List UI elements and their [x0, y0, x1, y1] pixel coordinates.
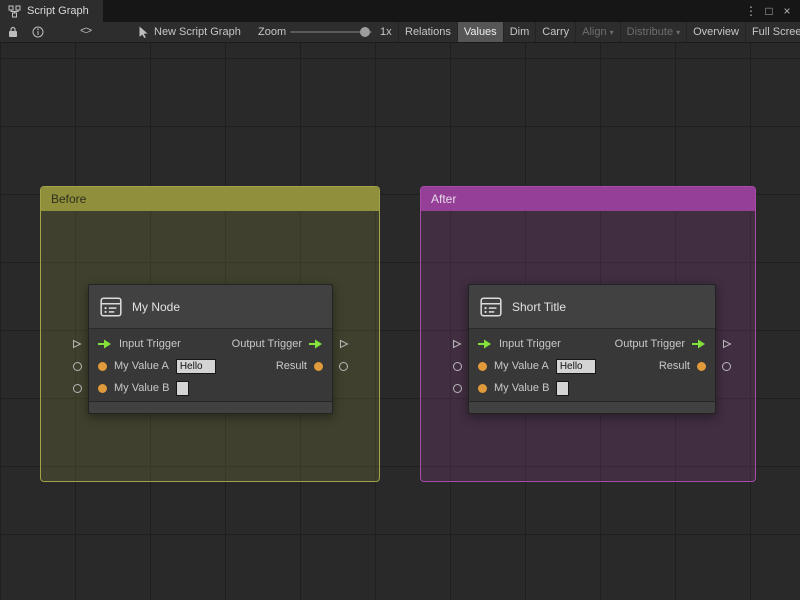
flow-output-port[interactable] [692, 339, 706, 349]
maximize-icon[interactable]: □ [760, 2, 778, 20]
result-label: Result [275, 360, 307, 372]
port-row-value-b: My Value B [469, 377, 715, 399]
node-port-rows: Input Trigger Output Trigger My Value A [89, 329, 332, 403]
external-flow-output-port[interactable] [722, 339, 732, 349]
node-header[interactable]: Short Title [469, 285, 715, 329]
fullscreen-label: Full Screen [751, 26, 800, 38]
value-input-port[interactable] [98, 383, 107, 393]
group-before-header[interactable]: Before [41, 187, 379, 211]
zoom-label: Zoom [258, 26, 287, 38]
chevron-down-icon: ▾ [676, 27, 681, 37]
toolbar-button-group: Relations Values Dim Carry Align ▾ Distr… [398, 22, 800, 42]
my-value-b-field[interactable] [556, 380, 570, 396]
external-value-input-port[interactable] [453, 362, 462, 371]
zoom-value: 1x [380, 26, 392, 38]
value-input-port[interactable] [98, 361, 107, 371]
result-label: Result [658, 360, 690, 372]
node-title: My Node [132, 299, 181, 314]
input-trigger-label: Input Trigger [499, 338, 561, 350]
script-graph-window: Script Graph ⋮ □ × <> New Script Graph Z… [0, 0, 800, 600]
unit-icon [479, 295, 503, 319]
zoom-slider-track[interactable] [290, 27, 372, 37]
my-value-b-label: My Value B [114, 382, 170, 394]
dim-button[interactable]: Dim [502, 22, 536, 42]
menu-icon[interactable]: ⋮ [742, 2, 760, 20]
my-value-a-label: My Value A [114, 360, 169, 372]
fullscreen-button[interactable]: Full Screen [744, 22, 800, 42]
external-flow-output-port[interactable] [339, 339, 349, 349]
my-value-a-field[interactable] [555, 358, 596, 374]
values-button[interactable]: Values [456, 22, 503, 42]
port-row-value-a: My Value A Result [89, 355, 332, 377]
flow-input-port[interactable] [98, 339, 112, 349]
my-value-a-label: My Value A [494, 360, 549, 372]
output-trigger-label: Output Trigger [231, 338, 302, 350]
lock-icon[interactable] [8, 22, 18, 42]
graph-canvas[interactable]: Before After My Node Input Trigger Outpu… [0, 43, 800, 600]
port-row-trigger: Input Trigger Output Trigger [89, 333, 332, 355]
external-flow-input-port[interactable] [72, 339, 82, 349]
port-row-value-a: My Value A Result [469, 355, 715, 377]
new-graph-label[interactable]: New Script Graph [154, 22, 241, 42]
port-row-trigger: Input Trigger Output Trigger [469, 333, 715, 355]
node-footer [89, 401, 332, 413]
zoom-slider[interactable] [290, 22, 372, 42]
align-button[interactable]: Align ▾ [575, 22, 619, 42]
value-input-port[interactable] [478, 361, 487, 371]
my-value-b-label: My Value B [494, 382, 550, 394]
my-value-a-field[interactable] [175, 358, 216, 374]
window-controls: ⋮ □ × [742, 0, 800, 22]
graph-icon [8, 5, 21, 18]
node-footer [469, 401, 715, 413]
align-label: Align [582, 26, 607, 38]
code-icon[interactable]: <> [80, 22, 92, 42]
chevron-down-icon: ▾ [609, 27, 614, 37]
group-after-header[interactable]: After [421, 187, 755, 211]
node-title: Short Title [512, 299, 567, 314]
node-header[interactable]: My Node [89, 285, 332, 329]
node-short-title[interactable]: Short Title Input Trigger Output Trigger [453, 284, 732, 414]
my-value-b-field[interactable] [176, 380, 190, 396]
tab-script-graph[interactable]: Script Graph [0, 0, 103, 22]
external-value-input-port[interactable] [453, 384, 462, 393]
flow-output-port[interactable] [309, 339, 323, 349]
value-output-port[interactable] [314, 361, 323, 371]
value-output-port[interactable] [697, 361, 706, 371]
external-value-output-port[interactable] [722, 362, 731, 371]
dim-label: Dim [509, 26, 530, 38]
node-my-node[interactable]: My Node Input Trigger Output Trigger My … [73, 284, 349, 414]
carry-label: Carry [542, 26, 570, 38]
distribute-button[interactable]: Distribute ▾ [619, 22, 686, 42]
graph-toolbar: <> New Script Graph Zoom 1x Relations Va… [0, 22, 800, 43]
relations-label: Relations [405, 26, 451, 38]
external-flow-input-port[interactable] [452, 339, 462, 349]
values-label: Values [463, 26, 497, 38]
cursor-icon [138, 22, 149, 42]
value-input-port[interactable] [478, 383, 487, 393]
overview-label: Overview [693, 26, 739, 38]
flow-input-port[interactable] [478, 339, 492, 349]
input-trigger-label: Input Trigger [119, 338, 181, 350]
port-row-value-b: My Value B [89, 377, 332, 399]
tab-title: Script Graph [27, 5, 89, 17]
group-after-label: After [431, 192, 457, 206]
external-value-input-port[interactable] [73, 362, 82, 371]
output-trigger-label: Output Trigger [614, 338, 685, 350]
distribute-label: Distribute [626, 26, 674, 38]
info-icon[interactable] [32, 22, 44, 42]
overview-button[interactable]: Overview [686, 22, 745, 42]
relations-button[interactable]: Relations [398, 22, 457, 42]
external-value-output-port[interactable] [339, 362, 348, 371]
group-before-label: Before [51, 192, 87, 206]
zoom-slider-thumb[interactable] [360, 27, 370, 37]
close-icon[interactable]: × [778, 2, 796, 20]
external-value-input-port[interactable] [73, 384, 82, 393]
node-port-rows: Input Trigger Output Trigger My Value A [469, 329, 715, 403]
tab-bar: Script Graph ⋮ □ × [0, 0, 800, 22]
carry-button[interactable]: Carry [535, 22, 575, 42]
unit-icon [99, 295, 123, 319]
